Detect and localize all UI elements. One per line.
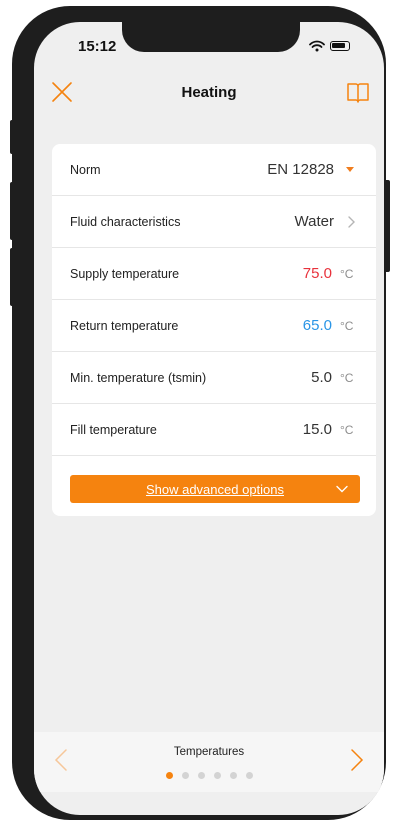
fill-temperature-row[interactable]: Fill temperature 15.0 °C	[52, 404, 376, 456]
fill-temperature-value[interactable]: 15.0	[303, 421, 332, 438]
row-label: Supply temperature	[70, 266, 180, 281]
page-dot[interactable]	[165, 772, 173, 779]
show-advanced-options-button[interactable]: Show advanced options	[70, 475, 360, 503]
unit-label: °C	[340, 370, 354, 385]
row-label: Norm	[70, 162, 101, 177]
page-dot[interactable]	[229, 772, 237, 779]
chevron-right-icon[interactable]	[350, 748, 364, 772]
notch	[122, 22, 300, 52]
advanced-options-label: Show advanced options	[145, 481, 285, 497]
supply-temperature-row[interactable]: Supply temperature 75.0 °C	[52, 248, 376, 300]
page-title: Heating	[181, 84, 237, 101]
settings-card: Norm EN 12828 Fluid characteristics Wate…	[52, 144, 376, 516]
fluid-value: Water	[294, 213, 334, 230]
unit-label: °C	[340, 422, 354, 437]
norm-row[interactable]: Norm EN 12828	[52, 144, 376, 196]
page-dot[interactable]	[245, 772, 253, 779]
page-dot[interactable]	[213, 772, 221, 779]
min-temperature-row[interactable]: Min. temperature (tsmin) 5.0 °C	[52, 352, 376, 404]
row-label: Fill temperature	[70, 422, 157, 437]
return-temperature-value[interactable]: 65.0	[303, 317, 332, 334]
status-icons	[309, 40, 350, 52]
norm-value: EN 12828	[267, 161, 334, 178]
pager-bar: Temperatures	[34, 732, 384, 792]
wifi-icon	[309, 40, 325, 52]
unit-label: °C	[340, 266, 354, 281]
page-dot[interactable]	[181, 772, 189, 779]
row-label: Fluid characteristics	[70, 214, 181, 229]
row-label: Return temperature	[70, 318, 179, 333]
chevron-down-icon	[336, 485, 348, 493]
return-temperature-row[interactable]: Return temperature 65.0 °C	[52, 300, 376, 352]
book-icon[interactable]	[346, 81, 370, 103]
page-dot[interactable]	[197, 772, 205, 779]
fluid-row[interactable]: Fluid characteristics Water	[52, 196, 376, 248]
pager-label: Temperatures	[173, 746, 245, 758]
chevron-right-icon	[348, 215, 355, 228]
row-label: Min. temperature (tsmin)	[70, 370, 207, 385]
min-temperature-value[interactable]: 5.0	[311, 369, 332, 386]
nav-bar: Heating	[34, 76, 384, 112]
supply-temperature-value[interactable]: 75.0	[303, 265, 332, 282]
page-indicator	[34, 772, 384, 779]
status-time: 15:12	[78, 38, 117, 55]
dropdown-caret-icon[interactable]	[346, 167, 354, 172]
app-screen: 15:12 Heating Norm EN 12828 Fluid charac…	[34, 22, 384, 815]
unit-label: °C	[340, 318, 354, 333]
battery-icon	[330, 41, 350, 51]
